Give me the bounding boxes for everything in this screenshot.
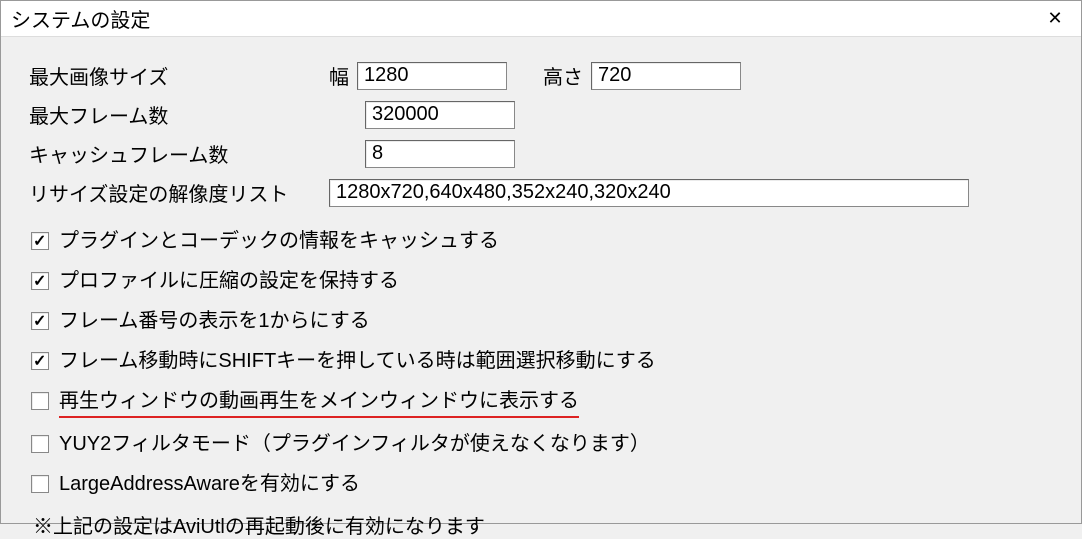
checkbox-cache-plugin[interactable] [31,232,49,250]
check-row-play-in-main: 再生ウィンドウの動画再生をメインウィンドウに表示する [31,387,1077,418]
content-area: 最大画像サイズ 幅 高さ 最大フレーム数 キャッシュフレーム数 リサイズ設定の解… [1,37,1081,539]
label-max-image-size: 最大画像サイズ [29,61,329,90]
row-max-image-size: 最大画像サイズ 幅 高さ [29,61,1077,90]
row-max-frames: 最大フレーム数 [29,100,1077,129]
checkbox-label-frame-from-one[interactable]: フレーム番号の表示を1からにする [59,307,370,335]
check-row-yuy2: YUY2フィルタモード（プラグインフィルタが使えなくなります） [31,430,1077,458]
label-height: 高さ [543,61,583,90]
checkbox-label-shift-range[interactable]: フレーム移動時にSHIFTキーを押している時は範囲選択移動にする [59,347,656,375]
row-resize-list: リサイズ設定の解像度リスト [29,178,1077,207]
titlebar: システムの設定 ✕ [1,1,1081,37]
checkbox-label-yuy2[interactable]: YUY2フィルタモード（プラグインフィルタが使えなくなります） [59,430,650,458]
checkbox-keep-compress[interactable] [31,272,49,290]
checkbox-play-in-main[interactable] [31,392,49,410]
close-button[interactable]: ✕ [1033,3,1077,35]
checkbox-yuy2[interactable] [31,435,49,453]
input-resize-list[interactable] [329,179,969,207]
check-row-frame-from-one: フレーム番号の表示を1からにする [31,307,1077,335]
checkbox-laa[interactable] [31,475,49,493]
checkbox-shift-range[interactable] [31,352,49,370]
checkbox-frame-from-one[interactable] [31,312,49,330]
system-settings-window: システムの設定 ✕ 最大画像サイズ 幅 高さ 最大フレーム数 キャッシュフレーム… [0,0,1082,524]
label-resize-list: リサイズ設定の解像度リスト [29,178,329,207]
restart-note: ※上記の設定はAviUtlの再起動後に有効になります [31,510,1077,539]
window-title: システムの設定 [11,4,150,33]
check-row-shift-range: フレーム移動時にSHIFTキーを押している時は範囲選択移動にする [31,347,1077,375]
checkboxes-section: プラグインとコーデックの情報をキャッシュする プロファイルに圧縮の設定を保持する… [29,227,1077,539]
checkbox-label-laa[interactable]: LargeAddressAwareを有効にする [59,470,360,498]
checkbox-label-cache-plugin[interactable]: プラグインとコーデックの情報をキャッシュする [59,227,499,255]
label-cache-frames: キャッシュフレーム数 [29,139,329,168]
row-cache-frames: キャッシュフレーム数 [29,139,1077,168]
checkbox-label-keep-compress[interactable]: プロファイルに圧縮の設定を保持する [59,267,399,295]
input-height[interactable] [591,62,741,90]
check-row-keep-compress: プロファイルに圧縮の設定を保持する [31,267,1077,295]
check-row-cache-plugin: プラグインとコーデックの情報をキャッシュする [31,227,1077,255]
input-max-frames[interactable] [365,101,515,129]
input-cache-frames[interactable] [365,140,515,168]
checkbox-label-play-in-main[interactable]: 再生ウィンドウの動画再生をメインウィンドウに表示する [59,387,579,418]
label-max-frames: 最大フレーム数 [29,100,329,129]
input-width[interactable] [357,62,507,90]
check-row-laa: LargeAddressAwareを有効にする [31,470,1077,498]
close-icon: ✕ [1047,8,1062,29]
label-width: 幅 [329,61,349,90]
